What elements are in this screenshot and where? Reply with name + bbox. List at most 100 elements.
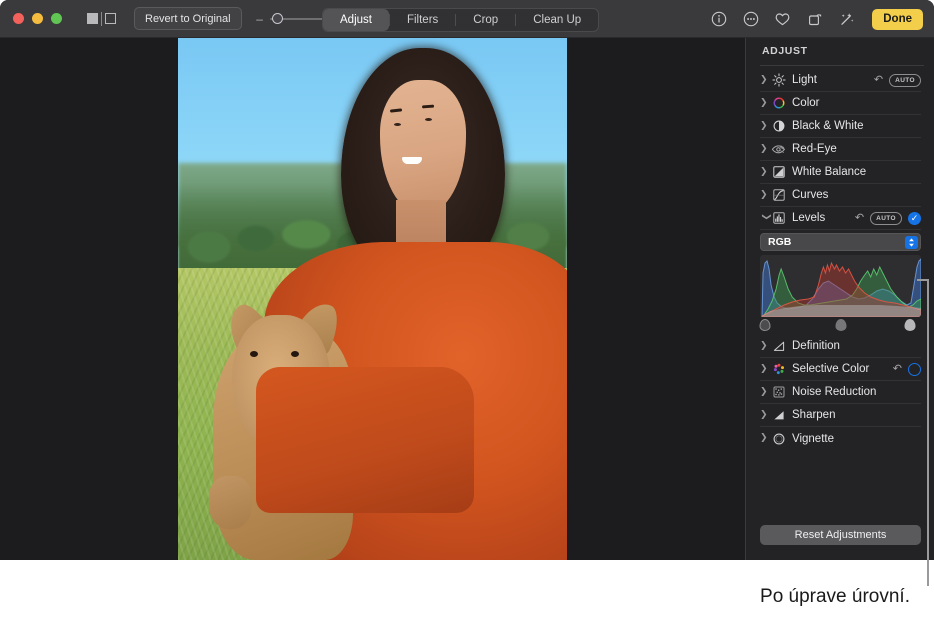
levels-controls: RGB [760,233,921,331]
chevron-right-icon[interactable]: ❯ [760,411,771,420]
chevron-right-icon[interactable]: ❯ [760,145,771,154]
reset-icon[interactable]: ↶ [874,75,883,86]
sidebar-item-levels-label: Levels [792,212,855,224]
tab-adjust-label: Adjust [340,14,372,26]
tab-filters[interactable]: Filters [390,9,455,31]
levels-channel-value: RGB [768,236,791,248]
photo-dog-eye-right [291,351,299,357]
edited-photo[interactable] [178,38,567,560]
zoom-out-icon[interactable]: – [256,13,264,25]
levels-enabled-checkbox[interactable]: ✓ [908,212,921,225]
revert-label: Revert to Original [145,13,231,25]
white-balance-icon [771,165,786,180]
minimize-button[interactable] [32,13,43,24]
sidebar-item-definition[interactable]: ❯ Definition [760,335,921,358]
toolbar-actions: Done [710,0,923,38]
sidebar-item-vignette[interactable]: ❯ Vignette [760,427,921,450]
tab-clean-up[interactable]: Clean Up [516,9,598,31]
callout-vertical-line [927,279,929,586]
auto-button[interactable]: AUTO [870,212,902,225]
curves-icon [771,188,786,203]
favorite-heart-icon[interactable] [774,11,791,28]
chevron-right-icon[interactable]: ❯ [760,168,771,177]
chevron-right-icon[interactable]: ❯ [760,122,771,131]
sidebar-item-color[interactable]: ❯ Color [760,92,921,115]
reset-icon[interactable]: ↶ [855,213,864,224]
close-button[interactable] [13,13,24,24]
sidebar-title: ADJUST [762,45,808,57]
rotate-icon[interactable] [806,11,823,28]
chevron-right-icon[interactable]: ❯ [760,434,771,443]
sidebar-item-light-label: Light [792,74,874,86]
white-point-handle[interactable] [904,319,915,331]
done-button[interactable]: Done [872,9,923,30]
levels-histogram[interactable] [760,255,921,317]
zoom-slider-knob[interactable] [272,13,283,24]
sidebar-item-white-balance-label: White Balance [792,166,921,178]
reset-adjustments-button[interactable]: Reset Adjustments [760,525,921,545]
sidebar-item-light[interactable]: ❯ Light ↶ AUTO [760,69,921,92]
photo-jacket-sleeve [256,367,474,513]
histogram-plot [760,255,921,317]
sharpen-icon [771,408,786,423]
chevron-down-icon[interactable]: ❯ [761,213,770,224]
tab-filters-label: Filters [407,14,438,26]
compare-view-icon [105,13,116,24]
brightness-icon [771,73,786,88]
toggle-divider [101,12,102,26]
sidebar-item-color-label: Color [792,97,921,109]
sidebar-item-noise-reduction[interactable]: ❯ Noise Reduction [760,381,921,404]
noise-reduction-icon [771,385,786,400]
midpoint-handle[interactable] [835,319,846,331]
photo-person-eye-left [394,123,401,126]
red-eye-icon [771,142,786,157]
chevron-right-icon[interactable]: ❯ [760,76,771,85]
revert-to-original-button[interactable]: Revert to Original [134,7,242,30]
mode-segmented-control[interactable]: Adjust Filters Crop Clean Up [322,8,599,32]
tab-adjust[interactable]: Adjust [323,9,389,31]
auto-button[interactable]: AUTO [889,74,921,87]
chevron-right-icon[interactable]: ❯ [760,99,771,108]
sidebar-item-red-eye-label: Red-Eye [792,143,921,155]
done-label: Done [883,13,912,25]
levels-channel-select[interactable]: RGB [760,233,921,251]
enhance-wand-icon[interactable] [838,11,855,28]
photo-canvas[interactable] [0,38,745,560]
sidebar-item-red-eye[interactable]: ❯ Red-Eye [760,138,921,161]
sidebar-item-selective-color[interactable]: ❯ Selective Color ↶ [760,358,921,381]
tab-crop[interactable]: Crop [456,9,515,31]
more-options-icon[interactable] [742,11,759,28]
single-view-icon [87,13,98,24]
chevron-right-icon[interactable]: ❯ [760,342,771,351]
reset-icon[interactable]: ↶ [893,364,902,375]
sidebar-item-definition-label: Definition [792,340,921,352]
callout-bracket [917,279,931,586]
chevron-updown-icon[interactable] [905,236,918,249]
sidebar-item-selective-color-label: Selective Color [792,363,893,375]
figure-caption: Po úprave úrovní. [0,586,910,608]
sidebar-item-white-balance[interactable]: ❯ White Balance [760,161,921,184]
color-wheel-icon [771,96,786,111]
adjust-sidebar: ADJUST ❯ Light ↶ AUTO ❯ [745,38,934,560]
chevron-right-icon[interactable]: ❯ [760,388,771,397]
sidebar-item-black-and-white[interactable]: ❯ Black & White [760,115,921,138]
window-controls [13,13,62,24]
contrast-circle-icon [771,119,786,134]
vignette-icon [771,431,786,446]
photo-person-smile [402,157,422,164]
black-point-handle[interactable] [759,319,770,331]
info-icon[interactable] [710,11,727,28]
levels-slider-handles[interactable] [760,319,921,331]
split-view-toggle[interactable] [87,12,116,26]
selective-color-icon [771,362,786,377]
sidebar-item-vignette-label: Vignette [792,433,921,445]
tab-crop-label: Crop [473,14,498,26]
zoom-button[interactable] [51,13,62,24]
tab-clean-up-label: Clean Up [533,14,581,26]
chevron-right-icon[interactable]: ❯ [760,365,771,374]
sidebar-item-curves[interactable]: ❯ Curves [760,184,921,207]
chevron-right-icon[interactable]: ❯ [760,191,771,200]
light-actions: ↶ AUTO [874,74,921,87]
sidebar-item-levels[interactable]: ❯ Levels ↶ AUTO ✓ [760,207,921,230]
sidebar-item-sharpen[interactable]: ❯ Sharpen [760,404,921,427]
